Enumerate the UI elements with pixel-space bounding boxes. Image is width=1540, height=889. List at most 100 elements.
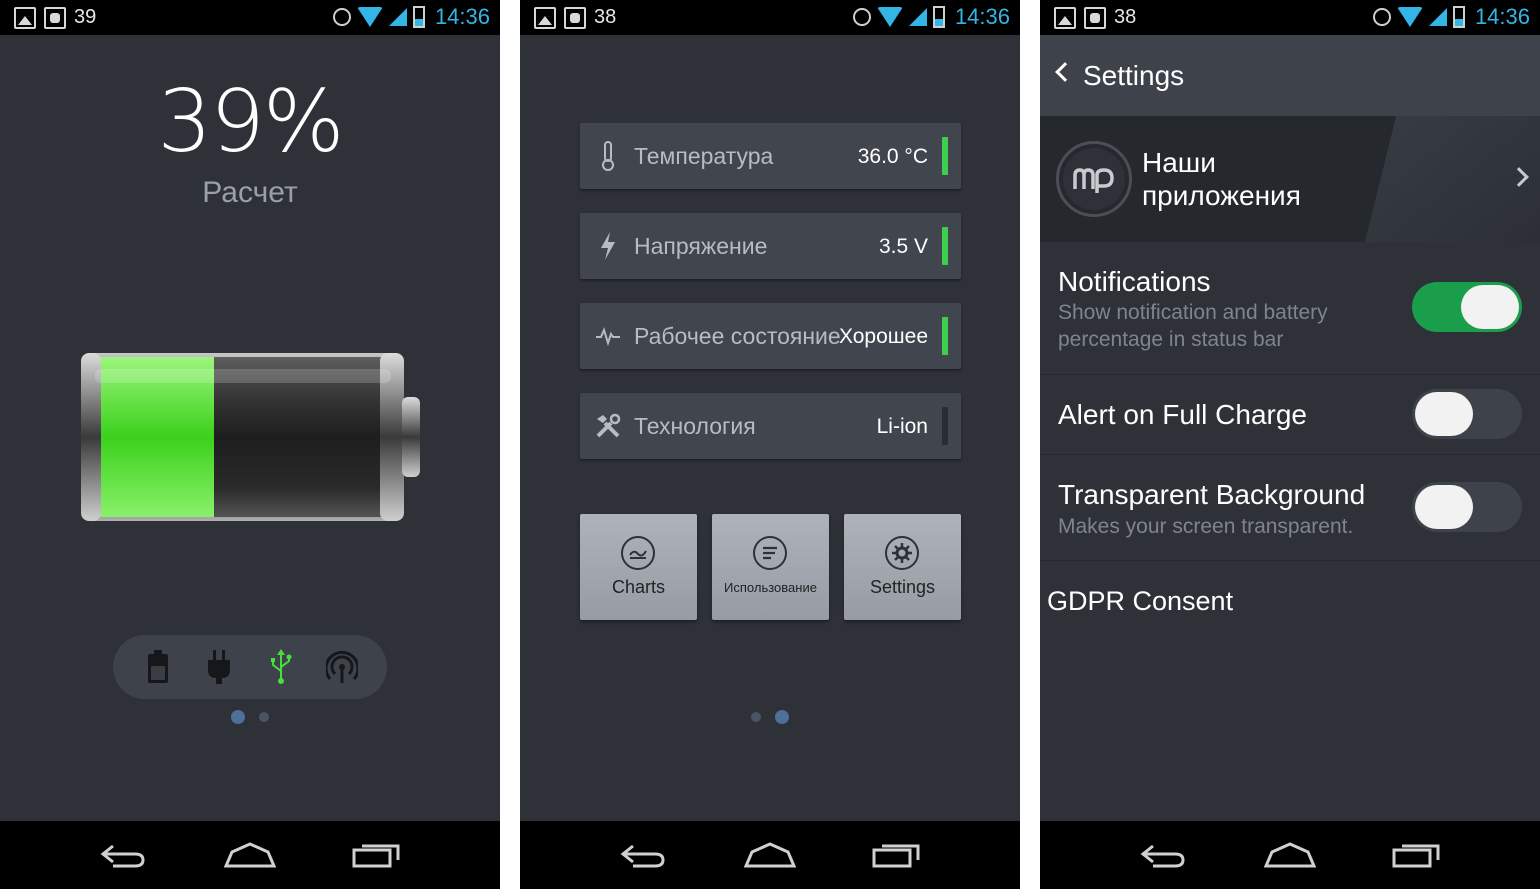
page-indicator [0,710,500,724]
info-row-voltage: Напряжение 3.5 V [580,213,961,279]
home-button[interactable] [1260,835,1320,875]
home-icon [223,842,276,868]
setting-description: Makes your screen transparent. [1058,515,1354,538]
usage-icon [753,536,787,570]
navigation-bar [520,821,1020,889]
plug-icon[interactable] [199,647,239,687]
thermometer-icon [594,141,622,171]
our-apps-banner[interactable]: Наши приложения [1040,116,1540,242]
battery-screen: 39 14:36 39% Расчет [0,0,500,889]
status-indicator [942,137,948,175]
wireless-icon[interactable] [322,647,362,687]
back-icon [100,844,145,868]
info-value: 3.5 V [878,235,928,258]
battery-charging-icon [412,6,425,28]
info-row-health: Рабочее состояние Хорошее [580,303,961,369]
gallery-notification-icon [1054,6,1076,29]
gallery-notification-icon [14,6,36,29]
recents-icon [1392,844,1440,868]
our-apps-title: Наши приложения [1142,147,1301,211]
setting-notifications[interactable]: Notifications Show notification and batt… [1040,242,1540,375]
charge-mode-bar [113,635,387,699]
navigation-bar [0,821,500,889]
screenshot-notification-icon [1084,6,1106,29]
battery-percent: 39% [157,72,344,172]
battery-icon[interactable] [138,647,178,687]
screenshot-notification-icon [44,6,66,29]
info-row-temperature: Температура 36.0 °C [580,123,961,189]
back-button[interactable] [613,835,673,875]
gdpr-consent-link[interactable]: GDPR Consent [1047,586,1233,617]
clock: 14:36 [1474,4,1530,29]
recents-button[interactable] [1387,835,1447,875]
page-dot-active [231,710,245,724]
usb-icon[interactable] [261,647,301,687]
usage-button[interactable]: Использование [712,514,829,620]
info-label: Технология [634,413,756,439]
home-button[interactable] [220,835,280,875]
full-charge-alert-toggle[interactable] [1412,389,1522,439]
page-indicator [520,710,1020,724]
toggle-knob [1461,285,1519,329]
chart-icon [621,536,655,570]
alarm-icon [1372,8,1391,26]
transparent-background-toggle[interactable] [1412,482,1522,532]
charts-button[interactable]: Charts [580,514,697,620]
notifications-toggle[interactable] [1412,282,1522,332]
tile-label: Использование [724,580,817,595]
info-label: Рабочее состояние [634,323,841,349]
info-value: Li-ion [876,415,928,438]
page-dot [751,712,761,722]
status-indicator [942,317,948,355]
clock: 14:36 [954,4,1010,29]
settings-button[interactable]: Settings [844,514,961,620]
info-value: Хорошее [838,325,928,348]
signal-icon [388,8,407,26]
status-indicator [942,407,948,445]
recents-button[interactable] [347,835,407,875]
info-value: 36.0 °C [857,145,928,168]
setting-description: Show notification and battery percentage… [1058,301,1328,351]
settings-screen: 38 14:36 Settings Наши приложения Notifi… [1040,0,1540,889]
home-button[interactable] [740,835,800,875]
back-icon [620,844,665,868]
alarm-icon [332,8,351,26]
gear-icon [885,536,919,570]
clock: 14:36 [434,4,490,29]
recents-icon [352,844,400,868]
back-button[interactable] [93,835,153,875]
status-indicator [942,227,948,265]
battery-state-label: Расчет [202,176,298,209]
alarm-icon [852,8,871,26]
page-title: Settings [1083,60,1185,91]
setting-transparent-background[interactable]: Transparent Background Makes your screen… [1040,455,1540,561]
info-row-technology: Технология Li-ion [580,393,961,459]
setting-title: Notifications [1058,266,1211,297]
battery-charging-icon [932,6,945,28]
wifi-icon [1396,7,1423,27]
back-button[interactable] [1133,835,1193,875]
setting-alert-full-charge[interactable]: Alert on Full Charge [1040,375,1540,455]
back-chevron-icon[interactable] [1055,62,1075,82]
toggle-knob [1415,392,1473,436]
battery-charging-icon [1452,6,1465,28]
signal-icon [1428,8,1447,26]
info-label: Напряжение [634,233,768,259]
mp-logo-icon [1056,141,1132,217]
navigation-bar [1040,821,1540,889]
lightning-icon [594,232,622,260]
gallery-notification-icon [534,6,556,29]
recents-button[interactable] [867,835,927,875]
setting-title: Transparent Background [1058,479,1366,510]
page-dot [259,712,269,722]
tile-label: Charts [611,577,665,597]
screenshot-notification-icon [564,6,586,29]
pulse-icon [594,322,622,350]
status-bar: 38 14:36 [1040,0,1540,35]
status-bar: 39 14:36 [0,0,500,35]
tile-label: Settings [869,577,936,597]
battery-terminal [402,397,420,477]
settings-app-bar: Settings [1040,35,1540,116]
recents-icon [872,844,920,868]
wifi-icon [356,7,383,27]
